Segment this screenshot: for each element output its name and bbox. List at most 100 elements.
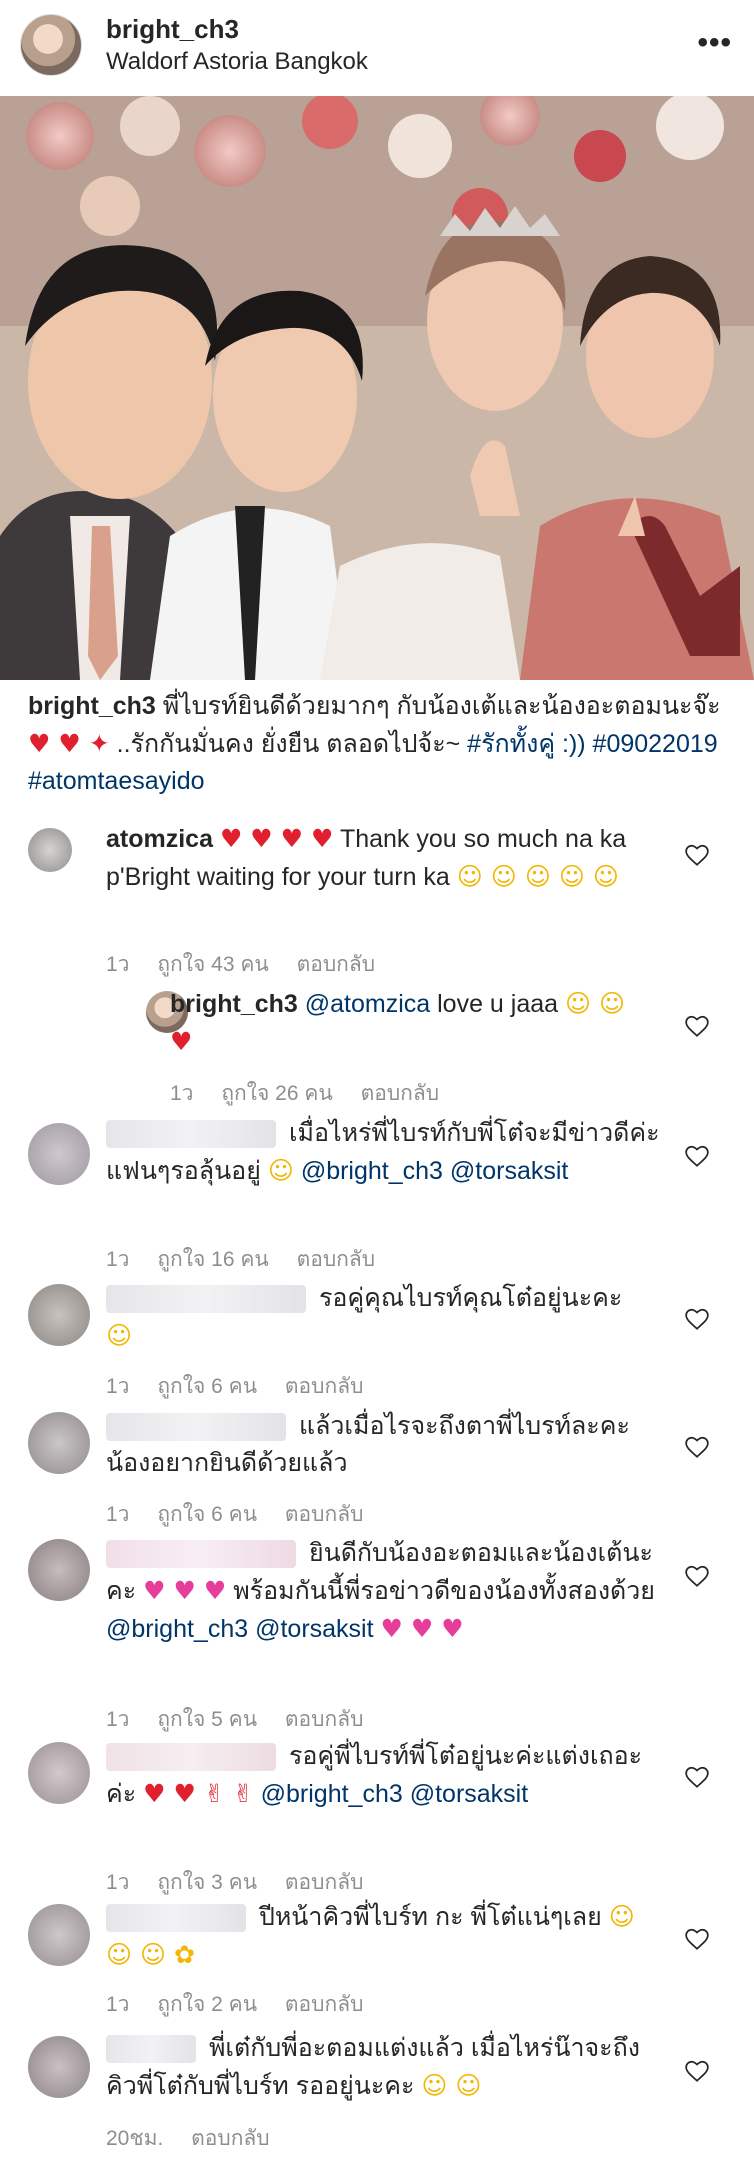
avatar[interactable] bbox=[20, 14, 82, 76]
comment-emojis: ☺ bbox=[106, 1321, 133, 1350]
like-heart-icon[interactable] bbox=[684, 842, 710, 868]
comment-emojis: ☺ ☺ bbox=[565, 989, 626, 1018]
comment-text-2: waiting for your turn ka bbox=[196, 863, 450, 891]
avatar[interactable] bbox=[28, 2036, 90, 2098]
reply-button[interactable]: ตอบกลับ bbox=[297, 953, 376, 976]
comment-meta: 1ว ถูกใจ 6 คน ตอบกลับ bbox=[106, 1370, 385, 1403]
like-heart-icon[interactable] bbox=[684, 1764, 710, 1790]
post-location[interactable]: Waldorf Astoria Bangkok bbox=[106, 48, 368, 76]
reply-button[interactable]: ตอบกลับ bbox=[285, 1993, 364, 2016]
comment-mention-1[interactable]: @bright_ch3 bbox=[106, 1615, 248, 1643]
comment-mention-1[interactable]: @bright_ch3 bbox=[301, 1157, 443, 1185]
comment-time: 20ชม. bbox=[106, 2127, 164, 2150]
caption-username[interactable]: bright_ch3 bbox=[28, 692, 156, 720]
comment-meta: 1ว ถูกใจ 43 คน ตอบกลับ bbox=[106, 948, 397, 981]
comment-emojis: ♥ ♥ ✌ ✌ bbox=[143, 1779, 254, 1808]
comment-emojis-2: ♥ ♥ ♥ bbox=[380, 1614, 464, 1643]
comment-mention-2[interactable]: @torsaksit bbox=[255, 1615, 373, 1643]
comment-meta: 1ว ถูกใจ 5 คน ตอบกลับ bbox=[106, 1703, 385, 1736]
comment-time: 1ว bbox=[106, 1993, 130, 2016]
comment-item: atomzica ♥ ♥ ♥ ♥ Thank you so much na ka… bbox=[0, 820, 754, 980]
comment-text: love u jaaa bbox=[437, 990, 559, 1018]
post-header: bright_ch3 Waldorf Astoria Bangkok ••• bbox=[0, 0, 754, 96]
comment-body: รอคู่พี่ไบรท์พี่โต๋อยู่นะค่ะแต่งเถอะค่ะ … bbox=[106, 1738, 666, 1813]
comment-username-blurred[interactable] bbox=[106, 1904, 246, 1933]
comment-time: 1ว bbox=[106, 1375, 130, 1398]
comment-text-2: พร้อมกันนี้พี่รอข่าวดีของน้องทั้งสองด้วย bbox=[233, 1577, 655, 1605]
comment-likes[interactable]: ถูกใจ 16 คน bbox=[157, 1248, 268, 1271]
comment-meta: 1ว ถูกใจ 26 คน ตอบกลับ bbox=[170, 1077, 461, 1110]
comment-username[interactable]: bright_ch3 bbox=[170, 990, 298, 1018]
comment-item: เมื่อไหร่พี่ไบรท์กับพี่โต๋จะมีข่าวดีค่ะแ… bbox=[0, 1115, 754, 1271]
comment-username-blurred[interactable] bbox=[106, 1743, 276, 1772]
comment-likes[interactable]: ถูกใจ 5 คน bbox=[157, 1708, 257, 1731]
avatar[interactable] bbox=[28, 1284, 90, 1346]
like-heart-icon[interactable] bbox=[684, 1563, 710, 1589]
comment-emojis: ☺ bbox=[267, 1156, 294, 1185]
post-caption: bright_ch3 พี่ไบรท์ยินดีด้วยมากๆ กับน้อง… bbox=[28, 688, 728, 800]
comment-mention-2[interactable]: @torsaksit bbox=[450, 1157, 568, 1185]
comment-time: 1ว bbox=[106, 1708, 130, 1731]
comment-likes[interactable]: ถูกใจ 26 คน bbox=[221, 1082, 332, 1105]
comment-emojis: ☺ ☺ bbox=[421, 2071, 482, 2100]
comment-reply-item: bright_ch3 @atomzica love u jaaa ☺ ☺ ♥ 1… bbox=[0, 985, 754, 1110]
comment-body: เมื่อไหร่พี่ไบรท์กับพี่โต๋จะมีข่าวดีค่ะแ… bbox=[106, 1115, 666, 1190]
avatar[interactable] bbox=[28, 1742, 90, 1804]
comment-mention-1[interactable]: @bright_ch3 bbox=[261, 1780, 403, 1808]
avatar[interactable] bbox=[28, 1123, 90, 1185]
reply-button[interactable]: ตอบกลับ bbox=[285, 1708, 364, 1731]
comment-likes[interactable]: ถูกใจ 2 คน bbox=[157, 1993, 257, 2016]
group-selfie-image bbox=[0, 96, 754, 680]
comment-username-blurred[interactable] bbox=[106, 2035, 196, 2064]
comment-meta: 1ว ถูกใจ 3 คน ตอบกลับ bbox=[106, 1866, 385, 1899]
caption-emojis: ♥ ♥ ✦ bbox=[28, 729, 110, 758]
like-heart-icon[interactable] bbox=[684, 1143, 710, 1169]
comment-emojis: ♥ ♥ ♥ bbox=[143, 1576, 227, 1605]
comment-time: 1ว bbox=[170, 1082, 194, 1105]
reply-button[interactable]: ตอบกลับ bbox=[361, 1082, 440, 1105]
comment-likes[interactable]: ถูกใจ 3 คน bbox=[157, 1871, 257, 1894]
comment-time: 1ว bbox=[106, 1503, 130, 1526]
comment-time: 1ว bbox=[106, 953, 130, 976]
reply-button[interactable]: ตอบกลับ bbox=[285, 1375, 364, 1398]
comment-text: รอคู่คุณไบรท์คุณโต๋อยู่นะคะ bbox=[318, 1284, 623, 1312]
like-heart-icon[interactable] bbox=[684, 1013, 710, 1039]
comment-item: แล้วเมื่อไรจะถึงตาพี่ไบรท์ละคะ น้องอยากย… bbox=[0, 1408, 754, 1528]
comment-item: ปีหน้าคิวพี่ไบร์ท กะ พี่โต๋แน่ๆเลย ☺ ☺ ☺… bbox=[0, 1898, 754, 2028]
comment-body: ปีหน้าคิวพี่ไบร์ท กะ พี่โต๋แน่ๆเลย ☺ ☺ ☺… bbox=[106, 1898, 646, 1974]
comment-username[interactable]: atomzica bbox=[106, 825, 213, 853]
like-heart-icon[interactable] bbox=[684, 1306, 710, 1332]
comment-username-blurred[interactable] bbox=[106, 1120, 276, 1149]
post-photo[interactable] bbox=[0, 96, 754, 680]
like-heart-icon[interactable] bbox=[684, 1926, 710, 1952]
like-heart-icon[interactable] bbox=[684, 1434, 710, 1460]
comment-item: รอคู่คุณไบรท์คุณโต๋อยู่นะคะ ☺ 1ว ถูกใจ 6… bbox=[0, 1280, 754, 1400]
comment-likes[interactable]: ถูกใจ 43 คน bbox=[157, 953, 268, 976]
comment-likes[interactable]: ถูกใจ 6 คน bbox=[157, 1375, 257, 1398]
reply-button[interactable]: ตอบกลับ bbox=[285, 1871, 364, 1894]
comment-time: 1ว bbox=[106, 1248, 130, 1271]
avatar[interactable] bbox=[28, 1539, 90, 1601]
comment-mention[interactable]: @atomzica bbox=[305, 990, 430, 1018]
comment-meta: 1ว ถูกใจ 16 คน ตอบกลับ bbox=[106, 1243, 397, 1276]
comment-item: พี่เต๋กับพี่อะตอมแต่งแล้ว เมื่อไหร่น๊าจะ… bbox=[0, 2030, 754, 2155]
comment-item: รอคู่พี่ไบรท์พี่โต๋อยู่นะค่ะแต่งเถอะค่ะ … bbox=[0, 1738, 754, 1898]
comment-likes[interactable]: ถูกใจ 6 คน bbox=[157, 1503, 257, 1526]
post-username[interactable]: bright_ch3 bbox=[106, 14, 239, 45]
more-options-icon[interactable]: ••• bbox=[697, 26, 732, 60]
comment-body: พี่เต๋กับพี่อะตอมแต่งแล้ว เมื่อไหร่น๊าจะ… bbox=[106, 2030, 646, 2105]
comment-username-blurred[interactable] bbox=[106, 1285, 306, 1314]
reply-button[interactable]: ตอบกลับ bbox=[191, 2127, 270, 2150]
reply-button[interactable]: ตอบกลับ bbox=[285, 1503, 364, 1526]
like-heart-icon[interactable] bbox=[684, 2058, 710, 2084]
comment-username-blurred[interactable] bbox=[106, 1413, 286, 1442]
comment-meta: 1ว ถูกใจ 6 คน ตอบกลับ bbox=[106, 1498, 385, 1531]
reply-button[interactable]: ตอบกลับ bbox=[297, 1248, 376, 1271]
avatar[interactable] bbox=[28, 1412, 90, 1474]
comment-body: แล้วเมื่อไรจะถึงตาพี่ไบรท์ละคะ น้องอยากย… bbox=[106, 1408, 666, 1482]
comment-item: ยินดีกับน้องอะตอมและน้องเต้นะคะ ♥ ♥ ♥ พร… bbox=[0, 1535, 754, 1735]
comment-username-blurred[interactable] bbox=[106, 1540, 296, 1569]
avatar[interactable] bbox=[28, 828, 72, 872]
comment-mention-2[interactable]: @torsaksit bbox=[410, 1780, 528, 1808]
avatar[interactable] bbox=[28, 1904, 90, 1966]
